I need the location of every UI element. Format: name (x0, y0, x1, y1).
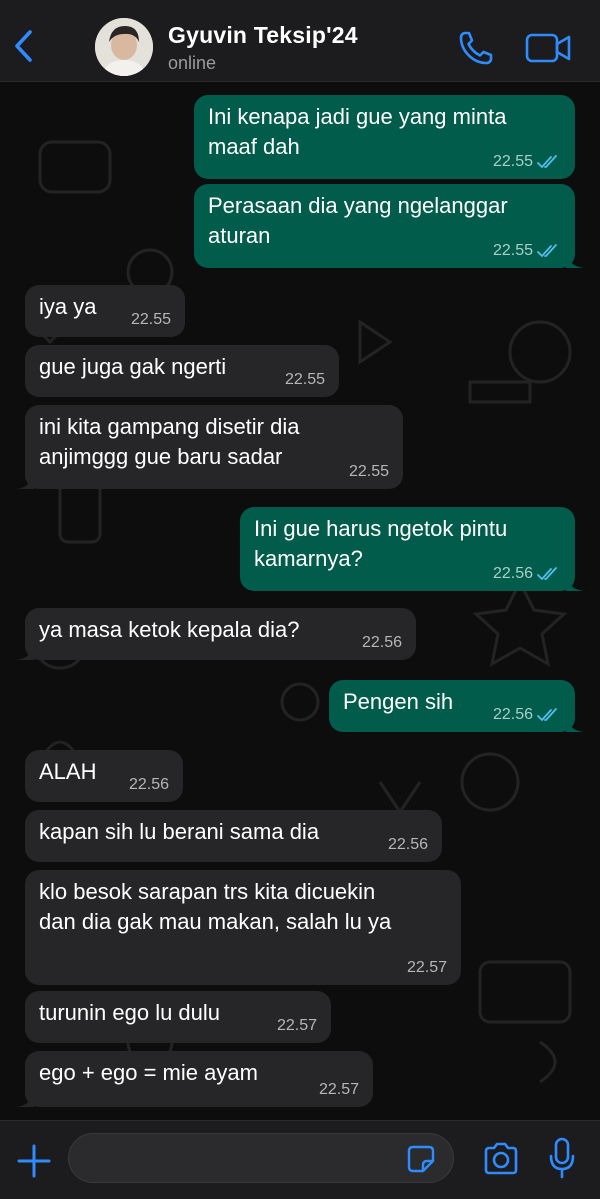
message-time: 22.55 (492, 153, 533, 170)
message-text-line: ya masa ketok kepala dia? (39, 617, 300, 642)
bubble-tail (16, 473, 34, 489)
message-input-field[interactable] (68, 1133, 454, 1183)
bubble-tail (566, 716, 584, 732)
read-ticks-icon (537, 244, 557, 257)
contact-name[interactable]: Gyuvin Teksip'24 (168, 22, 358, 49)
message-time: 22.56 (387, 836, 428, 853)
message-time: 22.56 (128, 776, 169, 793)
message-text-line: gue juga gak ngerti (39, 354, 227, 379)
message-time: 22.56 (361, 634, 402, 651)
incoming-message[interactable]: ya masa ketok kepala dia? 22.56 (16, 608, 416, 660)
bubble-tail (16, 644, 34, 660)
bubble-tail (566, 575, 584, 591)
composer-bar (0, 1120, 600, 1199)
contact-status: online (168, 53, 217, 73)
camera-icon[interactable] (482, 1141, 520, 1177)
chevron-left-icon[interactable] (8, 26, 42, 66)
message-time: 22.56 (492, 706, 533, 723)
message-time: 22.55 (130, 311, 171, 328)
outgoing-message[interactable]: Pengen sih 22.56 (329, 680, 584, 732)
plus-icon[interactable] (16, 1143, 52, 1179)
read-ticks-icon (537, 155, 557, 168)
avatar[interactable] (95, 18, 153, 76)
incoming-message[interactable]: ini kita gampang disetir dia anjimggg gu… (16, 405, 403, 489)
message-time: 22.55 (492, 242, 533, 259)
message-text-line: anjimggg gue baru sadar (39, 444, 283, 469)
message-text-line: Ini kenapa jadi gue yang minta (208, 104, 507, 129)
incoming-message[interactable]: gue juga gak ngerti 22.55 (25, 345, 339, 397)
message-input[interactable] (85, 1144, 385, 1174)
outgoing-message[interactable]: Ini gue harus ngetok pintu kamarnya? 22.… (240, 507, 584, 591)
outgoing-message[interactable]: Ini kenapa jadi gue yang minta maaf dah … (194, 95, 575, 179)
incoming-message[interactable]: ALAH 22.56 (25, 750, 183, 802)
bubble-tail (16, 1091, 34, 1107)
phone-icon[interactable] (456, 28, 496, 68)
incoming-message[interactable]: klo besok sarapan trs kita dicuekin dan … (25, 870, 461, 985)
sticker-icon[interactable] (407, 1145, 435, 1173)
incoming-message[interactable]: ego + ego = mie ayam 22.57 (16, 1051, 373, 1107)
message-text-line: kapan sih lu berani sama dia (39, 819, 320, 844)
read-ticks-icon (537, 567, 557, 580)
message-time: 22.57 (276, 1017, 317, 1034)
message-time: 22.55 (348, 463, 389, 480)
chat-header: Gyuvin Teksip'24 online (0, 0, 600, 82)
bubble-tail (566, 252, 584, 268)
message-text-line: Perasaan dia yang ngelanggar (208, 193, 508, 218)
message-text-line: dan dia gak mau makan, salah lu ya (39, 909, 392, 934)
message-time: 22.55 (284, 371, 325, 388)
microphone-icon[interactable] (548, 1137, 576, 1179)
incoming-message[interactable]: iya ya 22.55 (25, 285, 185, 337)
message-time: 22.57 (318, 1081, 359, 1098)
message-time: 22.57 (406, 959, 447, 976)
message-text-line: ego + ego = mie ayam (39, 1060, 258, 1085)
incoming-message[interactable]: kapan sih lu berani sama dia 22.56 (25, 810, 442, 862)
message-time: 22.56 (492, 565, 533, 582)
message-text-line: ini kita gampang disetir dia (39, 414, 300, 439)
incoming-message[interactable]: turunin ego lu dulu 22.57 (25, 991, 331, 1043)
video-camera-icon[interactable] (524, 30, 572, 66)
message-text-line: klo besok sarapan trs kita dicuekin (39, 879, 376, 904)
outgoing-message[interactable]: Perasaan dia yang ngelanggar aturan 22.5… (194, 184, 584, 268)
read-ticks-icon (537, 708, 557, 721)
message-text-line: Ini gue harus ngetok pintu (254, 516, 508, 541)
message-list[interactable]: Ini kenapa jadi gue yang minta maaf dah … (0, 82, 600, 1120)
message-text-line: turunin ego lu dulu (39, 1000, 221, 1025)
